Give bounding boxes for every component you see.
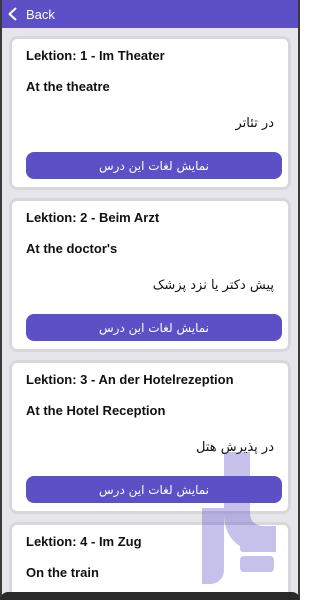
phone-edge-right: [298, 0, 300, 600]
navigation-bar: Back: [0, 0, 300, 28]
lesson-card: Lektion: 2 - Beim Arzt At the doctor's پ…: [9, 198, 291, 352]
lesson-translation: At the doctor's: [26, 241, 118, 256]
lesson-persian-title: پیش دکتر یا نزد پزشک: [152, 278, 274, 293]
lesson-title: Lektion: 2 - Beim Arzt: [26, 210, 160, 225]
chevron-left-icon: [8, 7, 17, 21]
lesson-title: Lektion: 3 - An der Hotelrezeption: [26, 372, 234, 387]
lesson-card: Lektion: 4 - Im Zug On the train: [9, 522, 291, 600]
lesson-translation: At the Hotel Reception: [26, 403, 166, 418]
phone-edge-left: [0, 0, 2, 600]
app-screen: Back Lektion: 1 - Im Theater At the thea…: [0, 0, 300, 600]
show-vocabulary-button[interactable]: نمایش لغات این درس: [26, 476, 282, 503]
lesson-card: Lektion: 3 - An der Hotelrezeption At th…: [9, 360, 291, 514]
back-label: Back: [26, 6, 55, 22]
phone-bottom-bezel: [0, 592, 300, 600]
lesson-translation: At the theatre: [26, 79, 110, 94]
lesson-translation: On the train: [26, 565, 99, 580]
lesson-persian-title: در تئاتر: [235, 116, 275, 131]
lesson-persian-title: در پذیرش هتل: [195, 440, 274, 455]
show-vocabulary-button[interactable]: نمایش لغات این درس: [26, 152, 282, 179]
lesson-title: Lektion: 1 - Im Theater: [26, 48, 165, 63]
lesson-title: Lektion: 4 - Im Zug: [26, 534, 142, 549]
show-vocabulary-button[interactable]: نمایش لغات این درس: [26, 314, 282, 341]
lesson-card: Lektion: 1 - Im Theater At the theatre د…: [9, 36, 291, 190]
back-button[interactable]: Back: [0, 7, 55, 22]
